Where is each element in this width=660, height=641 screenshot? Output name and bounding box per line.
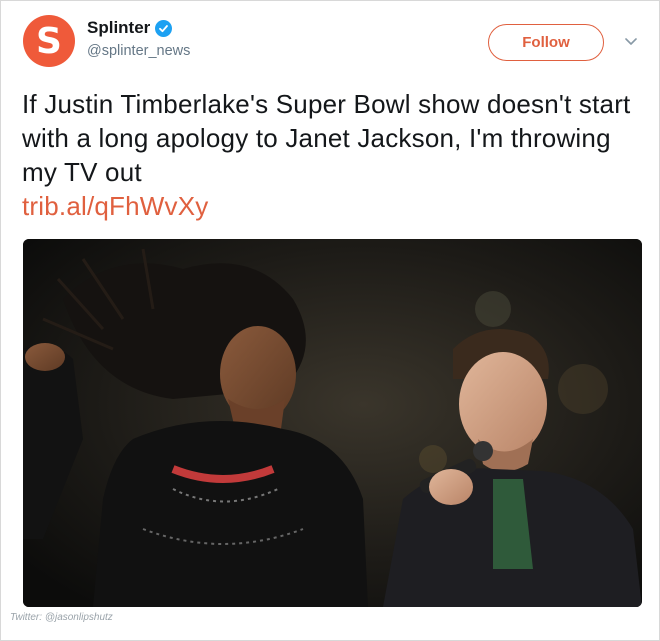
photo-performers (23, 239, 642, 607)
verified-badge-icon (155, 19, 173, 37)
display-name[interactable]: Splinter (87, 18, 150, 38)
avatar-letter: S (36, 20, 62, 62)
tweet-body: If Justin Timberlake's Super Bowl show d… (22, 87, 632, 223)
display-name-row[interactable]: Splinter (87, 18, 190, 38)
chevron-down-icon[interactable] (623, 36, 639, 48)
tweet-text: If Justin Timberlake's Super Bowl show d… (22, 89, 631, 187)
follow-button[interactable]: Follow (488, 24, 604, 61)
account-handle[interactable]: @splinter_news (87, 43, 190, 59)
tweet-card: S Splinter @splinter_news Follow If Just… (0, 0, 660, 641)
tweet-photo[interactable] (23, 239, 642, 607)
tweet-link[interactable]: trib.al/qFhWvXy (22, 189, 632, 223)
photo-credit: Twitter: @jasonlipshutz (10, 612, 113, 623)
account-info: Splinter @splinter_news (87, 18, 190, 59)
avatar[interactable]: S (23, 15, 75, 67)
